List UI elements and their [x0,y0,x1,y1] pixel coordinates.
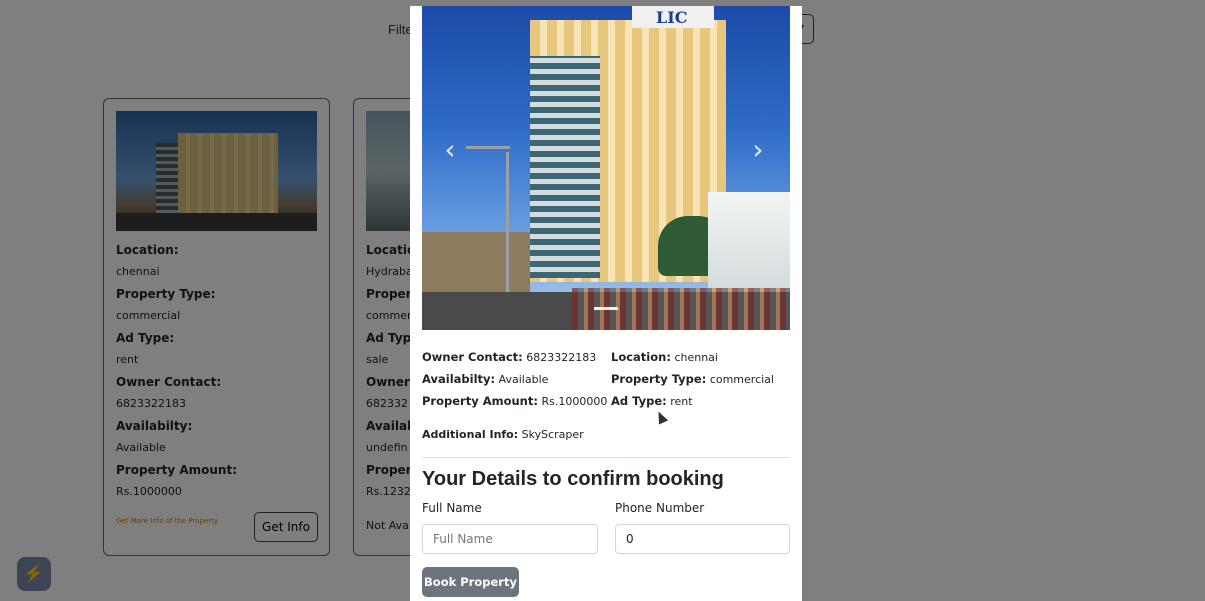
phone-number-input[interactable] [615,524,790,554]
additional-info-row: Additional Info: SkyScraper [422,424,584,446]
availability-value: Available [498,373,549,386]
ad-type-value: rent [670,395,693,408]
additional-info-value: SkyScraper [521,428,584,441]
details-column-right: Location: chennai Property Type: commerc… [611,346,791,412]
ad-type-label: Ad Type: [611,394,667,408]
lamp-arm [466,146,510,149]
full-name-input[interactable] [422,524,598,554]
lamp-pole [506,152,509,300]
additional-info-label: Additional Info: [422,428,519,441]
left-building [422,232,530,292]
chevron-left-icon[interactable]: ‹ [436,132,464,168]
property-type-row: Property Type: commercial [611,368,791,390]
location-row: Location: chennai [611,346,791,368]
booking-title: Your Details to confirm booking [422,468,724,490]
property-type-value: commercial [709,373,774,386]
book-property-button[interactable]: Book Property [422,567,519,597]
details-column-left: Owner Contact: 6823322183 Availabilty: A… [422,346,612,412]
owner-contact-label: Owner Contact: [422,350,523,364]
divider [422,457,790,458]
property-modal: LIC ‹ › Owner Contact: 6823322183 Availa… [410,6,802,601]
property-type-label: Property Type: [611,372,707,386]
image-carousel: LIC ‹ › [422,6,790,330]
amount-label: Property Amount: [422,394,538,408]
amount-value: Rs.1000000 [541,395,608,408]
ad-type-row: Ad Type: rent [611,390,791,412]
location-label: Location: [611,350,671,364]
amount-row: Property Amount: Rs.1000000 [422,390,612,412]
availability-label: Availabilty: [422,372,496,386]
phone-number-label: Phone Number [615,501,705,515]
availability-row: Availabilty: Available [422,368,612,390]
owner-contact-row: Owner Contact: 6823322183 [422,346,612,368]
carousel-indicator[interactable] [594,307,618,310]
tower-side [530,56,600,278]
full-name-label: Full Name [422,501,482,515]
tower-sign: LIC [656,8,688,27]
right-building [708,192,790,302]
owner-contact-value: 6823322183 [526,351,597,364]
chevron-right-icon[interactable]: › [744,132,772,168]
location-value: chennai [674,351,718,364]
